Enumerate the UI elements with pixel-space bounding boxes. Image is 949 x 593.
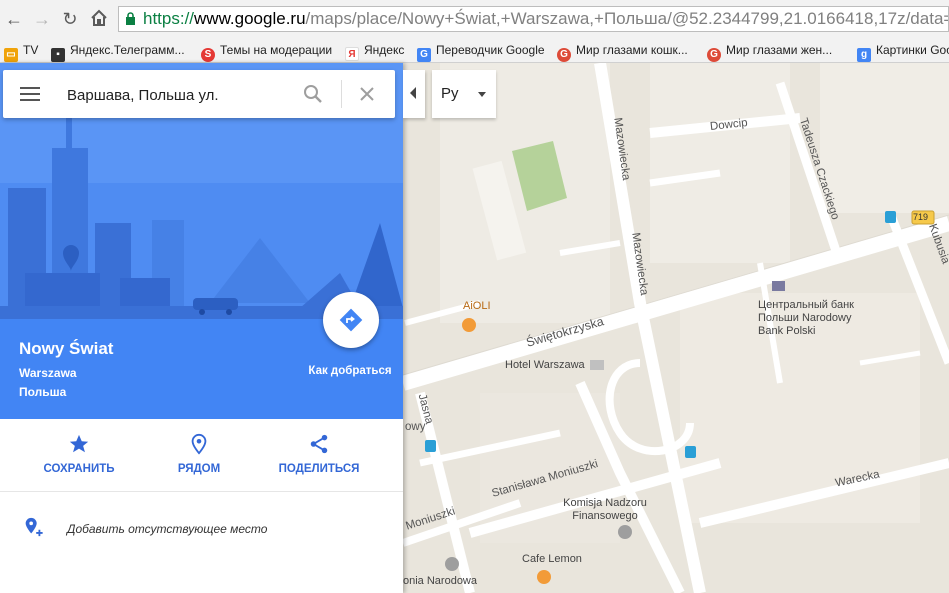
place-title: Nowy Świat (19, 339, 114, 358)
directions-icon (339, 308, 363, 332)
share-icon (310, 434, 328, 454)
chevron-down-icon (478, 92, 486, 97)
nearby-label: РЯДОМ (177, 463, 221, 475)
google-icon: g (857, 48, 871, 62)
place-actions: СОХРАНИТЬ РЯДОМ ПОДЕЛИТЬСЯ (0, 419, 403, 492)
bookmark-yandex[interactable]: Я Яндекс (345, 42, 404, 61)
bookmark-gplus-cats[interactable]: G Мир глазами кошк... (557, 42, 688, 62)
home-icon[interactable] (89, 9, 109, 29)
poi-label[interactable]: Cafe Lemon (522, 553, 582, 565)
translate-icon: G (417, 48, 431, 62)
street-label: owy (405, 421, 426, 433)
bookmark-translate[interactable]: G Переводчик Google (417, 42, 545, 62)
close-icon[interactable] (358, 85, 376, 103)
gplus-icon: G (707, 48, 721, 62)
bookmark-gplus-women[interactable]: G Мир глазами жен... (707, 42, 832, 62)
poi-label[interactable]: Hotel Warszawa (505, 359, 585, 371)
bookmark-yandex-telegram[interactable]: ▪ Яндекс.Телеграмм... (51, 42, 185, 62)
save-label: СОХРАНИТЬ (43, 463, 115, 475)
directions-label[interactable]: Как добраться (305, 364, 395, 378)
bookmark-moderation[interactable]: S Темы на модерации (201, 42, 332, 62)
search-input[interactable] (65, 83, 299, 107)
place-country: Польша (19, 385, 67, 399)
menu-icon[interactable] (20, 86, 40, 102)
lock-icon (126, 12, 135, 25)
directions-button[interactable] (323, 292, 379, 348)
s-icon: S (201, 48, 215, 62)
add-missing-place-label: Добавить отсутствующее место (67, 522, 268, 536)
poi-label[interactable]: AiOLI (463, 300, 491, 312)
tv-icon: ▭ (4, 48, 18, 62)
place-panel: Nowy Świat Warszawa Польша Как добраться… (0, 63, 403, 593)
search-box (3, 70, 395, 118)
back-arrow-icon[interactable]: ← (4, 9, 24, 29)
poi-label[interactable]: onia Narodowa (403, 575, 477, 587)
nearby-button[interactable]: РЯДОМ (144, 433, 254, 475)
reload-icon[interactable]: ↻ (60, 9, 80, 29)
add-missing-place[interactable]: Добавить отсутствующее место (0, 503, 403, 547)
add-place-icon (25, 517, 43, 537)
yandex-icon: Я (345, 47, 359, 61)
chevron-left-icon (410, 87, 416, 99)
search-icon[interactable] (303, 84, 323, 104)
browser-toolbar: ← → ↻ https://www.google.ru/maps/place/N… (0, 0, 949, 39)
bookmark-tv[interactable]: ▭ TV (4, 42, 38, 62)
collapse-panel-button[interactable] (403, 70, 425, 118)
share-button[interactable]: ПОДЕЛИТЬСЯ (264, 433, 374, 475)
place-city: Warszawa (19, 366, 77, 380)
url-text: https://www.google.ru/maps/place/Nowy+Św… (143, 9, 948, 28)
star-icon (69, 434, 89, 453)
language-selector[interactable]: Ру (432, 70, 496, 118)
language-value: Ру (441, 85, 459, 102)
poi-label[interactable]: Komisja Nadzoru Finansowego (560, 497, 650, 523)
nearby-pin-icon (191, 433, 207, 455)
share-label: ПОДЕЛИТЬСЯ (278, 463, 360, 475)
bookmarks-bar: ▭ TV ▪ Яндекс.Телеграмм... S Темы на модера… (0, 38, 949, 63)
bookmark-google-images[interactable]: g Картинки Goo (857, 42, 949, 62)
tv-small-icon: ▪ (51, 48, 65, 62)
forward-arrow-icon[interactable]: → (32, 9, 52, 29)
address-bar[interactable]: https://www.google.ru/maps/place/Nowy+Św… (118, 6, 949, 32)
save-button[interactable]: СОХРАНИТЬ (24, 433, 134, 475)
route-label: 719 (913, 212, 929, 222)
search-divider (341, 80, 342, 108)
gplus-icon: G (557, 48, 571, 62)
poi-label[interactable]: Центральный банк Польши Narodowy Bank Po… (758, 299, 878, 338)
